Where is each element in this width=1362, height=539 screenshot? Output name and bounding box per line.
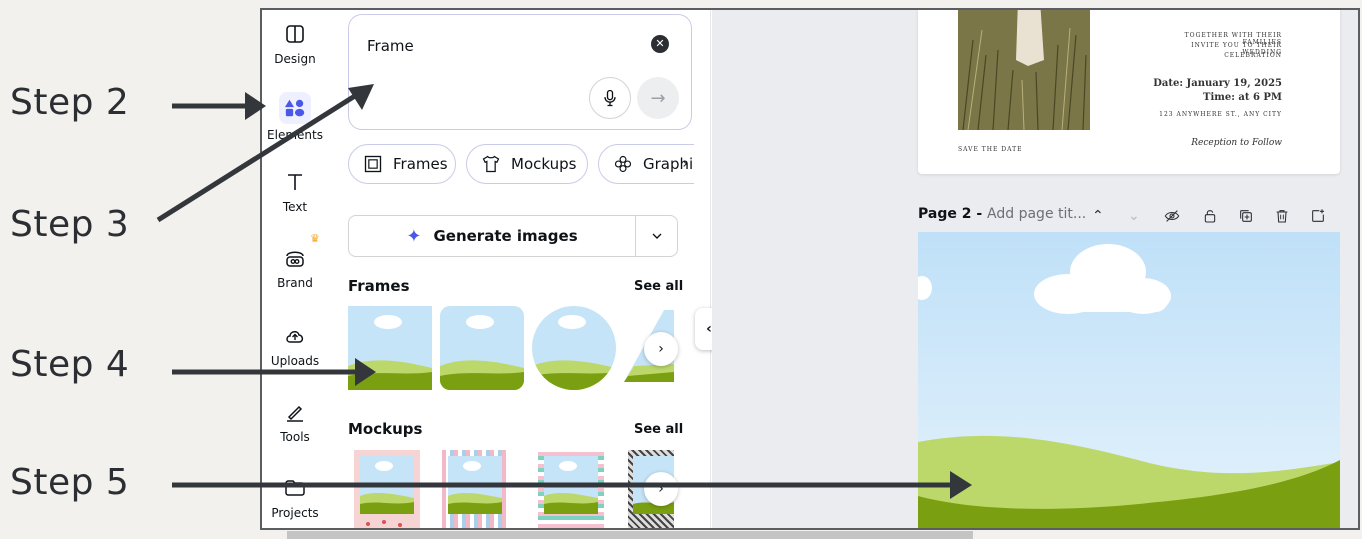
annotation-arrows [156,84,972,499]
arrow-step-3 [156,91,360,223]
